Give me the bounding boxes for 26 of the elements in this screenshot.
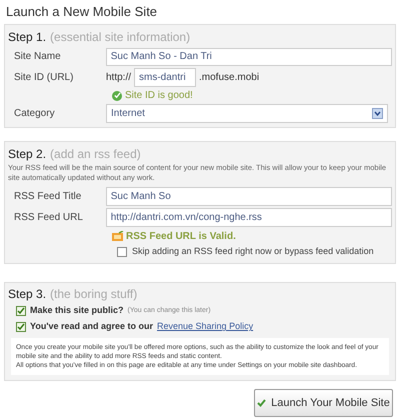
step-heading: Step 3. <box>8 286 46 302</box>
status-message: RSS Feed URL is Valid. <box>126 230 236 244</box>
status-message: Site ID is good! <box>125 89 193 103</box>
site-name-field[interactable]: Suc Manh So - Dan Tri <box>106 48 392 66</box>
site-id-field[interactable]: sms-dantri <box>134 68 196 87</box>
field-label: Site Name <box>13 50 62 64</box>
field-label: RSS Feed Title <box>13 190 82 204</box>
feed-title-field[interactable]: Suc Manh So <box>106 187 392 206</box>
field-label: RSS Feed URL <box>13 211 84 225</box>
feed-url-field[interactable]: http://dantri.com.vn/cong-nghe.rss <box>106 208 392 227</box>
launch-button[interactable]: Launch Your Mobile Site <box>254 389 393 417</box>
step-subtitle: (essential site information) <box>50 29 190 45</box>
step-heading: Step 1. <box>8 29 46 45</box>
step-subtitle: (the boring stuff) <box>50 286 138 302</box>
field-label: Site ID (URL) <box>13 71 74 85</box>
field-label: Category <box>13 107 56 121</box>
step-subtitle: (add an rss feed) <box>50 146 141 162</box>
policy-link[interactable]: Revenue Sharing Policy <box>157 320 254 334</box>
checkbox-label: You've read and agree to our <box>30 320 154 334</box>
url-suffix: .mofuse.mobi <box>199 71 260 85</box>
checkbox-label: Skip adding an RSS feed right now or bypass feed validation <box>132 245 374 258</box>
category-dropdown[interactable]: Internet <box>106 104 388 123</box>
page-title: Launch a New Mobile Site <box>5 3 158 21</box>
step-heading: Step 2. <box>8 146 46 162</box>
url-prefix: http:// <box>106 71 132 85</box>
checkbox-label: Make this site public? <box>30 304 124 318</box>
